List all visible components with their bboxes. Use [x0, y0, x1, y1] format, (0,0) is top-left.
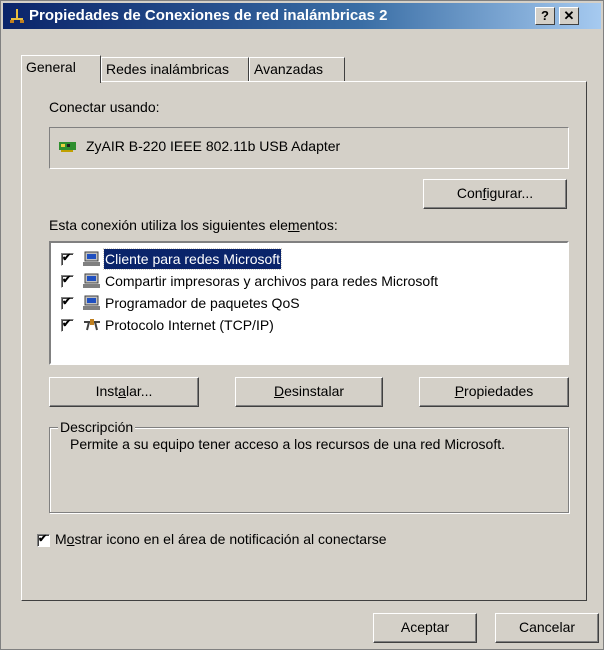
tab-wireless-networks[interactable]: Redes inalámbricas: [101, 57, 249, 81]
install-label-accel: a: [118, 383, 126, 399]
help-button[interactable]: ?: [535, 7, 555, 25]
uninstall-label-post: esinstalar: [284, 383, 345, 399]
properties-label-accel: P: [454, 383, 465, 399]
configure-button[interactable]: Configurar...: [423, 179, 567, 209]
component-label: Cliente para redes Microsoft: [102, 248, 283, 270]
uninstall-label-accel: D: [273, 383, 285, 399]
description-text: Permite a su equipo tener acceso a los r…: [70, 436, 505, 452]
component-checkbox[interactable]: [61, 317, 74, 332]
component-label: Compartir impresoras y archivos para red…: [105, 273, 438, 289]
properties-dialog: Propiedades de Conexiones de red inalámb…: [0, 0, 604, 650]
elements-label-accel: m: [287, 217, 300, 233]
uninstall-button[interactable]: Desinstalar: [235, 377, 383, 407]
install-label-post: lar...: [125, 383, 153, 399]
component-label: Programador de paquetes QoS: [105, 295, 300, 311]
install-label-pre: Inst: [95, 383, 119, 399]
properties-label-post: ropiedades: [464, 383, 534, 399]
file-printer-sharing-icon: [83, 273, 100, 288]
qos-scheduler-icon: [83, 295, 100, 310]
components-list[interactable]: Cliente para redes Microsoft Compartir i…: [49, 241, 569, 365]
description-legend: Descripción: [58, 419, 136, 435]
connect-using-label: Conectar usando:: [49, 99, 160, 115]
cancel-button[interactable]: Cancelar: [495, 613, 599, 643]
component-label: Protocolo Internet (TCP/IP): [105, 317, 274, 333]
show-icon-checkbox[interactable]: [37, 532, 50, 547]
elements-label: Esta conexión utiliza los siguientes ele…: [49, 217, 338, 233]
component-checkbox[interactable]: [61, 295, 74, 310]
show-icon-label-post: strar icono en el área de notificación a…: [74, 531, 387, 547]
network-client-icon: [83, 251, 100, 266]
show-icon-label-pre: M: [55, 531, 67, 547]
adapter-box: ZyAIR B-220 IEEE 802.11b USB Adapter: [49, 127, 569, 169]
ok-button[interactable]: Aceptar: [373, 613, 477, 643]
close-button[interactable]: ✕: [559, 7, 579, 25]
configure-label-post: igurar...: [486, 185, 534, 201]
properties-button[interactable]: Propiedades: [419, 377, 569, 407]
configure-label-pre: Con: [456, 185, 483, 201]
show-icon-label: Mostrar icono en el área de notificación…: [55, 531, 387, 547]
network-card-icon: [59, 142, 76, 152]
title-bar[interactable]: Propiedades de Conexiones de red inalámb…: [3, 3, 601, 29]
adapter-name: ZyAIR B-220 IEEE 802.11b USB Adapter: [86, 138, 341, 154]
description-group: Descripción Permite a su equipo tener ac…: [49, 419, 569, 513]
component-checkbox[interactable]: [61, 251, 74, 266]
elements-label-post: entos:: [299, 217, 338, 233]
component-checkbox[interactable]: [61, 273, 74, 288]
tab-general[interactable]: General: [21, 55, 101, 83]
tab-advanced[interactable]: Avanzadas: [249, 57, 345, 81]
install-button[interactable]: Instalar...: [49, 377, 199, 407]
network-connection-icon: [10, 9, 24, 23]
window-title: Propiedades de Conexiones de red inalámb…: [29, 7, 388, 24]
elements-label-pre: Esta conexión utiliza los siguientes ele: [49, 217, 288, 233]
protocol-icon: [84, 319, 100, 331]
